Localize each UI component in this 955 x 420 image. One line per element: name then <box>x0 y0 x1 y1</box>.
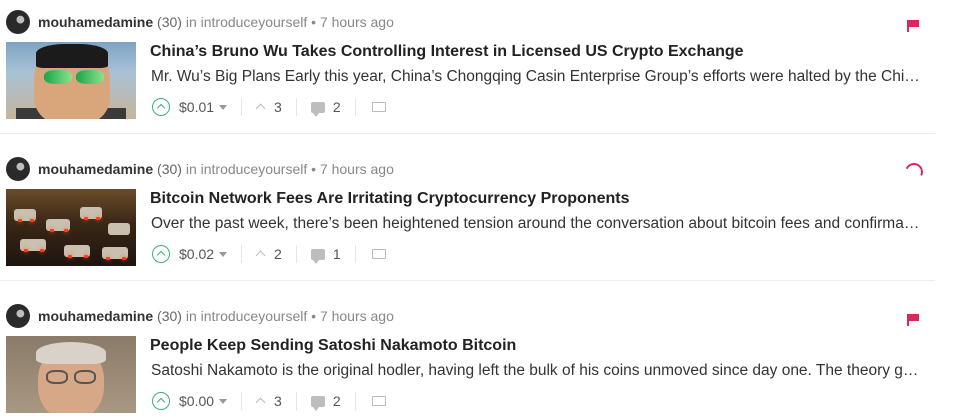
author-reputation: (30) <box>157 161 182 177</box>
author-reputation: (30) <box>157 308 182 324</box>
comments-icon[interactable] <box>310 248 325 264</box>
post-item: mouhamedamine (30) in introduceyourself … <box>0 0 935 134</box>
meta-separator: • <box>311 161 317 177</box>
in-label: in <box>185 14 197 30</box>
divider <box>354 245 356 263</box>
chevron-down-icon[interactable] <box>219 251 228 257</box>
upvote-icon[interactable] <box>152 98 170 116</box>
category-link[interactable]: introduceyourself <box>201 14 308 30</box>
votes-count[interactable]: 3 <box>274 393 282 409</box>
votes-icon[interactable] <box>256 396 266 406</box>
category-link[interactable]: introduceyourself <box>201 161 308 177</box>
votes-count[interactable]: 3 <box>274 99 282 115</box>
post-excerpt[interactable]: Mr. Wu’s Big Plans Early this year, Chin… <box>151 68 923 86</box>
author-name[interactable]: mouhamedamine <box>38 14 153 30</box>
post-time[interactable]: 7 hours ago <box>320 161 394 177</box>
resteem-icon[interactable] <box>371 102 386 112</box>
post-footer: $0.02 2 1 <box>152 244 386 264</box>
chevron-down-icon[interactable] <box>219 398 228 404</box>
author-name[interactable]: mouhamedamine <box>38 308 153 324</box>
post-time[interactable]: 7 hours ago <box>320 14 394 30</box>
post-meta: mouhamedamine (30) in introduceyourself … <box>38 161 394 177</box>
payout-value[interactable]: $0.01 <box>179 99 214 115</box>
payout-value[interactable]: $0.00 <box>179 393 214 409</box>
post-footer: $0.01 3 2 <box>152 97 386 117</box>
post-excerpt[interactable]: Satoshi Nakamoto is the original hodler,… <box>151 362 923 380</box>
divider <box>241 98 243 116</box>
comments-count[interactable]: 2 <box>333 99 341 115</box>
category-link[interactable]: introduceyourself <box>201 308 308 324</box>
author-avatar[interactable] <box>6 304 30 328</box>
divider <box>295 245 297 263</box>
meta-separator: • <box>311 308 317 324</box>
comments-count[interactable]: 1 <box>333 246 341 262</box>
post-title[interactable]: People Keep Sending Satoshi Nakamoto Bit… <box>150 337 516 355</box>
divider <box>295 98 297 116</box>
post-meta: mouhamedamine (30) in introduceyourself … <box>38 308 394 324</box>
author-avatar[interactable] <box>6 10 30 34</box>
post-thumbnail[interactable] <box>6 189 136 266</box>
loading-spinner-icon <box>902 160 926 184</box>
resteem-icon[interactable] <box>371 249 386 259</box>
upvote-icon[interactable] <box>152 245 170 263</box>
divider <box>354 98 356 116</box>
post-excerpt[interactable]: Over the past week, there’s been heighte… <box>151 215 923 233</box>
payout-value[interactable]: $0.02 <box>179 246 214 262</box>
author-avatar[interactable] <box>6 157 30 181</box>
divider <box>241 392 243 410</box>
post-time[interactable]: 7 hours ago <box>320 308 394 324</box>
comments-count[interactable]: 2 <box>333 393 341 409</box>
comments-icon[interactable] <box>310 395 325 411</box>
in-label: in <box>185 308 197 324</box>
post-title[interactable]: Bitcoin Network Fees Are Irritating Cryp… <box>150 190 630 208</box>
comments-icon[interactable] <box>310 101 325 117</box>
divider <box>354 392 356 410</box>
flag-icon[interactable] <box>907 20 919 32</box>
post-title[interactable]: China’s Bruno Wu Takes Controlling Inter… <box>150 43 744 61</box>
chevron-down-icon[interactable] <box>219 104 228 110</box>
votes-count[interactable]: 2 <box>274 246 282 262</box>
meta-separator: • <box>311 14 317 30</box>
post-footer: $0.00 3 2 <box>152 391 386 411</box>
divider <box>295 392 297 410</box>
resteem-icon[interactable] <box>371 396 386 406</box>
upvote-icon[interactable] <box>152 392 170 410</box>
post-thumbnail[interactable] <box>6 336 136 413</box>
flag-icon[interactable] <box>907 314 919 326</box>
post-item: mouhamedamine (30) in introduceyourself … <box>0 147 935 281</box>
votes-icon[interactable] <box>256 249 266 259</box>
author-name[interactable]: mouhamedamine <box>38 161 153 177</box>
in-label: in <box>185 161 197 177</box>
post-item: mouhamedamine (30) in introduceyourself … <box>0 294 935 420</box>
votes-icon[interactable] <box>256 102 266 112</box>
author-reputation: (30) <box>157 14 182 30</box>
divider <box>241 245 243 263</box>
post-thumbnail[interactable] <box>6 42 136 119</box>
post-meta: mouhamedamine (30) in introduceyourself … <box>38 14 394 30</box>
